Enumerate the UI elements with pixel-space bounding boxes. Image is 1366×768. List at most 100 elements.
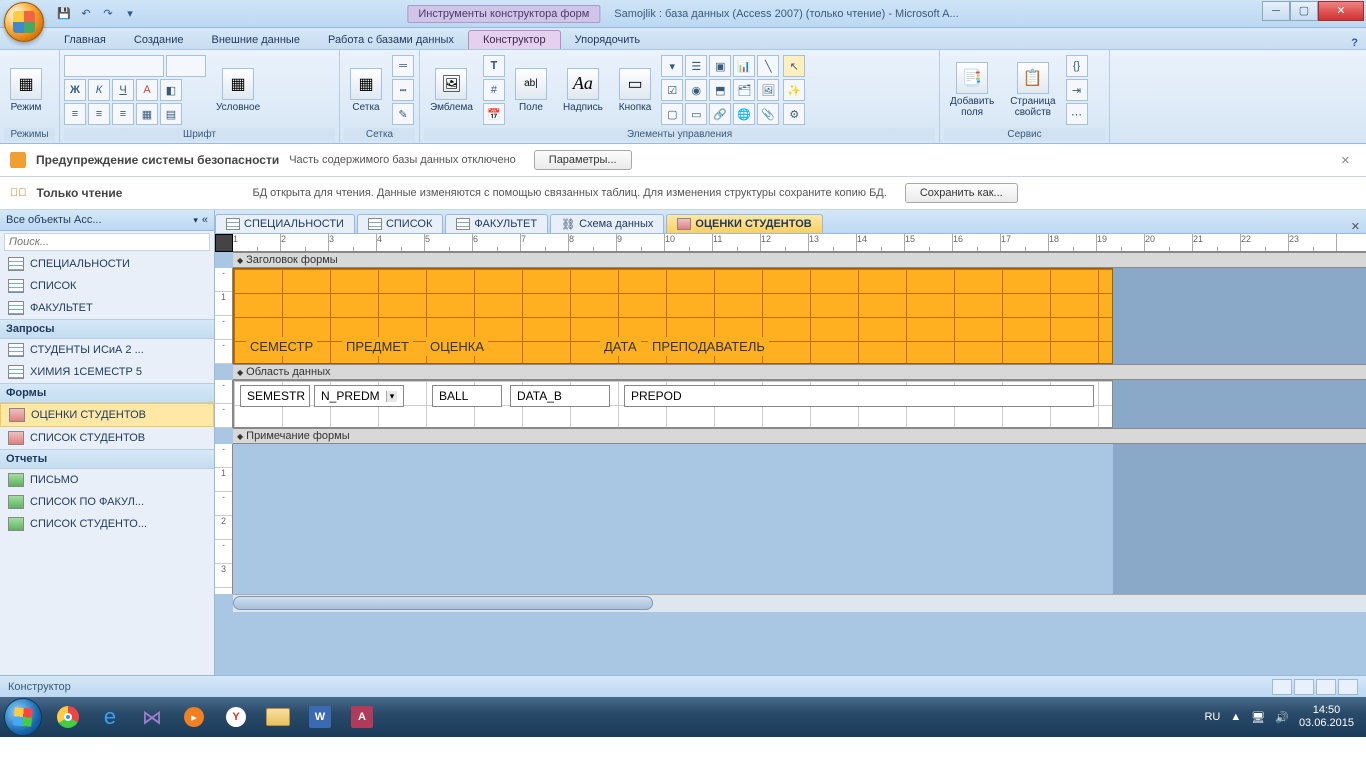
- activex-icon[interactable]: ⚙: [783, 103, 805, 125]
- nav-group-header[interactable]: Запросы: [0, 319, 214, 339]
- form-designer[interactable]: 1 2 3 4 5 6 7 8 9 10 11 12 13 14 15 16 1…: [215, 234, 1366, 675]
- line-icon[interactable]: ╲: [757, 55, 779, 77]
- select-icon[interactable]: ↖: [783, 55, 805, 77]
- tab-close-icon[interactable]: ✕: [1351, 220, 1360, 233]
- tab-home[interactable]: Главная: [50, 31, 120, 49]
- section-footer-bar[interactable]: Примечание формы: [233, 428, 1366, 444]
- align-center-icon[interactable]: ≡: [88, 103, 110, 125]
- close-button[interactable]: ✕: [1318, 1, 1364, 21]
- tray-flag-icon[interactable]: ▲: [1230, 711, 1241, 723]
- redo-icon[interactable]: ↷: [100, 6, 116, 22]
- image-icon[interactable]: 🖼: [757, 79, 779, 101]
- form-label[interactable]: СЕМЕСТР: [246, 337, 317, 356]
- nav-item[interactable]: СПЕЦИАЛЬНОСТИ: [0, 253, 214, 275]
- combo-icon[interactable]: ▾: [661, 55, 683, 77]
- nav-item[interactable]: ОЦЕНКИ СТУДЕНТОВ: [0, 403, 214, 427]
- ie-icon[interactable]: e: [90, 700, 130, 734]
- line-color-icon[interactable]: ✎: [392, 103, 414, 125]
- tab-ctrl-icon[interactable]: 🗂: [733, 79, 755, 101]
- fill-color-icon[interactable]: ◧: [160, 79, 182, 101]
- wizard-icon[interactable]: ✨: [783, 79, 805, 101]
- align-left-icon[interactable]: ≡: [64, 103, 86, 125]
- doc-tab[interactable]: ОЦЕНКИ СТУДЕНТОВ: [666, 214, 822, 233]
- access-icon[interactable]: A: [342, 700, 382, 734]
- tray-network-icon[interactable]: 🖥: [1251, 711, 1265, 724]
- doc-tab[interactable]: ФАКУЛЬТЕТ: [445, 214, 548, 233]
- chrome-icon[interactable]: [48, 700, 88, 734]
- nav-item[interactable]: СПИСОК СТУДЕНТОВ: [0, 427, 214, 449]
- font-color-icon[interactable]: A: [136, 79, 158, 101]
- nav-item[interactable]: СПИСОК ПО ФАКУЛ...: [0, 491, 214, 513]
- title-icon[interactable]: 𝐓: [483, 55, 505, 77]
- taborder-icon[interactable]: ⇥: [1066, 79, 1088, 101]
- security-close-icon[interactable]: ✕: [1335, 154, 1356, 167]
- tab-create[interactable]: Создание: [120, 31, 198, 49]
- doc-tab[interactable]: СПЕЦИАЛЬНОСТИ: [215, 214, 355, 233]
- nav-item[interactable]: СПИСОК СТУДЕНТО...: [0, 513, 214, 535]
- qat-more-icon[interactable]: ▾: [122, 6, 138, 22]
- attach-icon[interactable]: 📎: [757, 103, 779, 125]
- tab-external[interactable]: Внешние данные: [198, 31, 314, 49]
- form-footer-section[interactable]: [233, 444, 1113, 594]
- add-fields-button[interactable]: 📑 Добавить поля: [944, 60, 1000, 120]
- align-right-icon[interactable]: ≡: [112, 103, 134, 125]
- section-header-bar[interactable]: Заголовок формы: [233, 252, 1366, 268]
- view-button[interactable]: ▦ Режим: [4, 66, 48, 115]
- line-style-icon[interactable]: ┅: [392, 79, 414, 101]
- form-label[interactable]: ПРЕДМЕТ: [342, 337, 413, 356]
- nav-item[interactable]: СПИСОК: [0, 275, 214, 297]
- form-control[interactable]: PREPOD: [624, 385, 1094, 407]
- code-icon[interactable]: {}: [1066, 55, 1088, 77]
- vs-icon[interactable]: ⋈: [132, 700, 172, 734]
- form-header-section[interactable]: СЕМЕСТРПРЕДМЕТОЦЕНКАДАТАПРЕПОДАВАТЕЛЬ: [233, 268, 1113, 364]
- label-button[interactable]: Aa Надпись: [557, 66, 609, 115]
- pagenum-icon[interactable]: #: [483, 79, 505, 101]
- lang-indicator[interactable]: RU: [1204, 711, 1220, 723]
- conditional-button[interactable]: ▦ Условное: [210, 66, 266, 115]
- bold-button[interactable]: Ж: [64, 79, 86, 101]
- minimize-button[interactable]: ─: [1262, 1, 1290, 21]
- form-detail-section[interactable]: SEMESTRN_PREDMBALLDATA_BPREPOD: [233, 380, 1113, 428]
- doc-tab[interactable]: СПИСОК: [357, 214, 443, 233]
- security-options-button[interactable]: Параметры...: [534, 150, 632, 170]
- nav-header[interactable]: Все объекты Acc... ▾ «: [0, 210, 214, 231]
- italic-button[interactable]: К: [88, 79, 110, 101]
- clock[interactable]: 14:50 03.06.2015: [1299, 704, 1354, 730]
- grid-button[interactable]: ▦ Сетка: [344, 66, 388, 115]
- bound-icon[interactable]: 🔗: [709, 103, 731, 125]
- media-icon[interactable]: ▸: [174, 700, 214, 734]
- nav-group-header[interactable]: Формы: [0, 383, 214, 403]
- underline-button[interactable]: Ч: [112, 79, 134, 101]
- word-icon[interactable]: W: [300, 700, 340, 734]
- checkbox-icon[interactable]: ☑: [661, 79, 683, 101]
- section-detail-bar[interactable]: Область данных: [233, 364, 1366, 380]
- undo-icon[interactable]: ↶: [78, 6, 94, 22]
- form-view-icon[interactable]: [1272, 679, 1292, 695]
- yandex-icon[interactable]: Y: [216, 700, 256, 734]
- collapse-icon[interactable]: «: [202, 214, 208, 226]
- rect-icon[interactable]: ▭: [685, 103, 707, 125]
- hyperlink-icon[interactable]: 🌐: [733, 103, 755, 125]
- form-label[interactable]: ПРЕПОДАВАТЕЛЬ: [648, 337, 769, 356]
- subform-icon[interactable]: ▣: [709, 55, 731, 77]
- nav-item[interactable]: СТУДЕНТЫ ИСиА 2 ...: [0, 339, 214, 361]
- chart-icon[interactable]: 📊: [733, 55, 755, 77]
- help-icon[interactable]: ?: [1351, 37, 1358, 49]
- form-label[interactable]: ОЦЕНКА: [426, 337, 488, 356]
- tab-arrange[interactable]: Упорядочить: [561, 31, 654, 49]
- nav-group-header[interactable]: Отчеты: [0, 449, 214, 469]
- nav-item[interactable]: ФАКУЛЬТЕТ: [0, 297, 214, 319]
- nav-item[interactable]: ПИСЬМО: [0, 469, 214, 491]
- emblem-button[interactable]: 🖼 Эмблема: [424, 66, 479, 115]
- save-as-button[interactable]: Сохранить как...: [905, 183, 1018, 203]
- alt-row-icon[interactable]: ▤: [160, 103, 182, 125]
- form-control[interactable]: BALL: [432, 385, 502, 407]
- design-view-icon[interactable]: [1338, 679, 1358, 695]
- form-control[interactable]: N_PREDM: [314, 385, 404, 407]
- misc-icon[interactable]: ⋯: [1066, 103, 1088, 125]
- ruler-corner[interactable]: [215, 234, 233, 252]
- tab-dbtools[interactable]: Работа с базами данных: [314, 31, 468, 49]
- gridlines-icon[interactable]: ▦: [136, 103, 158, 125]
- font-name[interactable]: [64, 55, 164, 77]
- list-icon[interactable]: ☰: [685, 55, 707, 77]
